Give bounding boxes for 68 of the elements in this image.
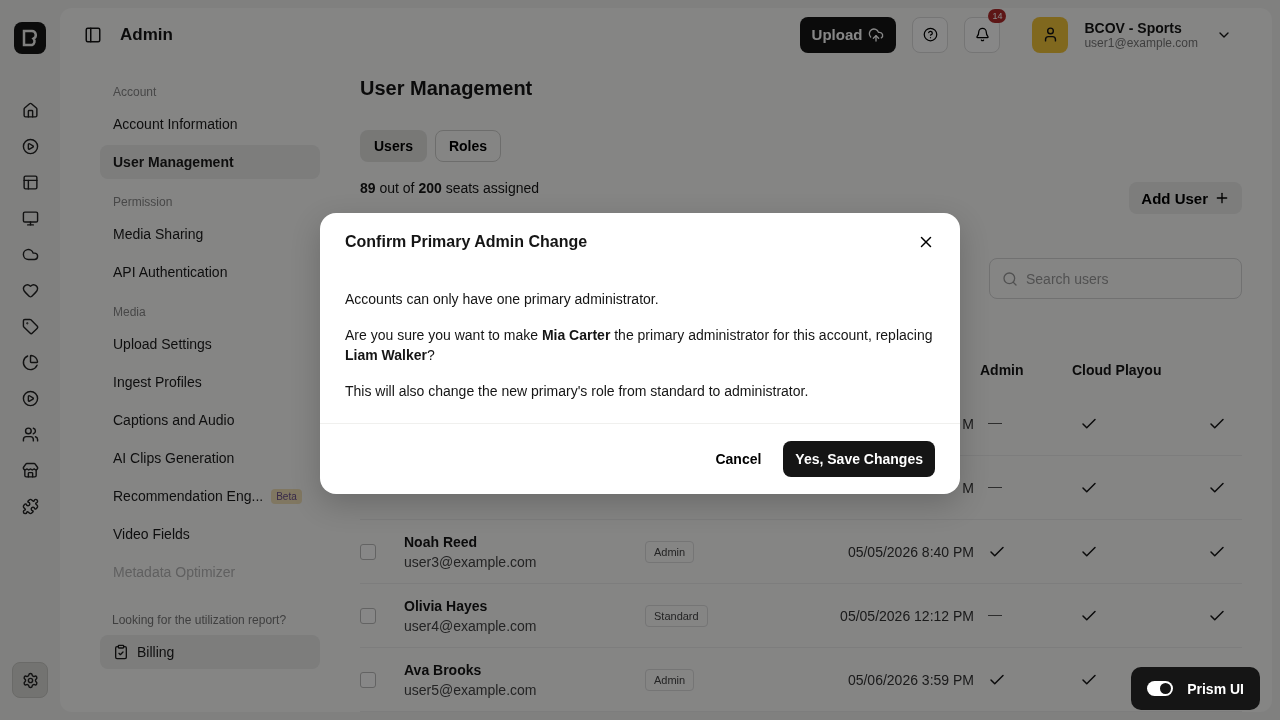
plus-icon [1214, 190, 1230, 206]
sidebar-toggle-icon[interactable] [84, 25, 102, 44]
help-button[interactable] [912, 16, 949, 53]
row-checkbox[interactable] [360, 671, 376, 688]
dash-icon [988, 615, 1002, 616]
user-email: user4@example.com [404, 617, 537, 634]
user-name: Olivia Hayes [404, 597, 489, 614]
dialog-paragraph: This will also change the new primary's role from standard to administrator. [345, 382, 810, 401]
account-name: BCOV - Sports [1084, 19, 1183, 36]
billing-item[interactable]: Billing [100, 635, 320, 669]
role-tag: Admin [645, 668, 695, 691]
prism-ui-toggle[interactable]: Prism UI [1131, 667, 1260, 710]
sidebar-item[interactable]: API Authentication [100, 255, 320, 289]
user-name: Ava Brooks [404, 661, 483, 678]
row-checkbox[interactable] [360, 607, 376, 624]
dash-icon [988, 423, 1002, 424]
dialog-paragraph: Are you sure you want to make Mia Carter the primary administrator for this account, replacing Liam Walker? [345, 326, 934, 365]
date-cell-text: 05/06/2026 3:59 PM [847, 671, 975, 688]
sidebar-item[interactable]: Account Information [100, 107, 320, 141]
sidebar-heading: Account [112, 85, 158, 99]
sidebar-item[interactable]: Recommendation Eng... Beta [100, 479, 320, 513]
column-header: Cloud Playou [1072, 361, 1163, 380]
utilization-note: Looking for the utilization report? [111, 613, 288, 627]
bell-icon [974, 27, 990, 42]
dialog-title: Confirm Primary Admin Change [345, 233, 588, 251]
sidebar-heading: Media [112, 305, 147, 319]
tab[interactable]: Roles [434, 130, 502, 162]
sidebar-item[interactable]: Captions and Audio [100, 403, 320, 437]
user-email: user3@example.com [404, 553, 537, 570]
account-email: user1@example.com [1084, 35, 1198, 50]
sidebar-item[interactable]: Ingest Profiles [100, 365, 320, 399]
beta-badge: Beta [271, 488, 302, 504]
sidebar-item[interactable]: User Management [100, 145, 320, 179]
date-cell-text: 05/05/2026 12:12 PM [840, 607, 975, 624]
page-title: User Management [360, 77, 534, 100]
search-icon [1002, 270, 1018, 287]
confirm-button[interactable]: Yes, Save Changes [783, 441, 935, 477]
clipboard-check-icon [113, 644, 129, 660]
upload-button[interactable]: Upload [799, 16, 897, 53]
date-cell-text: M [962, 415, 975, 432]
dialog-paragraph: Accounts can only have one primary administrator. [345, 290, 660, 309]
sidebar-item[interactable]: AI Clips Generation [100, 441, 320, 475]
help-icon [922, 27, 938, 42]
column-header: Admin [980, 361, 1025, 380]
sidebar-heading: Permission [112, 195, 174, 209]
user-avatar[interactable] [1032, 16, 1069, 53]
user-email: user5@example.com [404, 681, 537, 698]
dash-icon [988, 487, 1002, 488]
sidebar-item[interactable]: Upload Settings [100, 327, 320, 361]
role-tag: Admin [645, 540, 695, 563]
sidebar-item[interactable]: Media Sharing [100, 217, 320, 251]
sidebar-item[interactable]: Video Fields [100, 517, 320, 551]
date-cell-text: 05/05/2026 8:40 PM [847, 543, 975, 560]
add-user-button[interactable]: Add User [1129, 182, 1242, 214]
header-title: Admin [120, 24, 174, 45]
cloud-upload-icon [868, 26, 885, 43]
role-tag: Standard [645, 604, 708, 627]
user-name: Noah Reed [404, 533, 479, 550]
notification-count: 14 [988, 8, 1007, 23]
toggle-switch[interactable] [1147, 681, 1174, 696]
row-checkbox[interactable] [360, 543, 376, 560]
tab[interactable]: Users [360, 130, 427, 162]
logo-icon[interactable] [14, 22, 46, 54]
cancel-button[interactable]: Cancel [707, 443, 770, 475]
seats-text: 89 out of 200 seats assigned [360, 180, 540, 196]
date-cell-text: M [962, 479, 975, 496]
sidebar-item-label: Recommendation Eng... [113, 488, 264, 504]
settings-icon[interactable] [12, 662, 48, 698]
